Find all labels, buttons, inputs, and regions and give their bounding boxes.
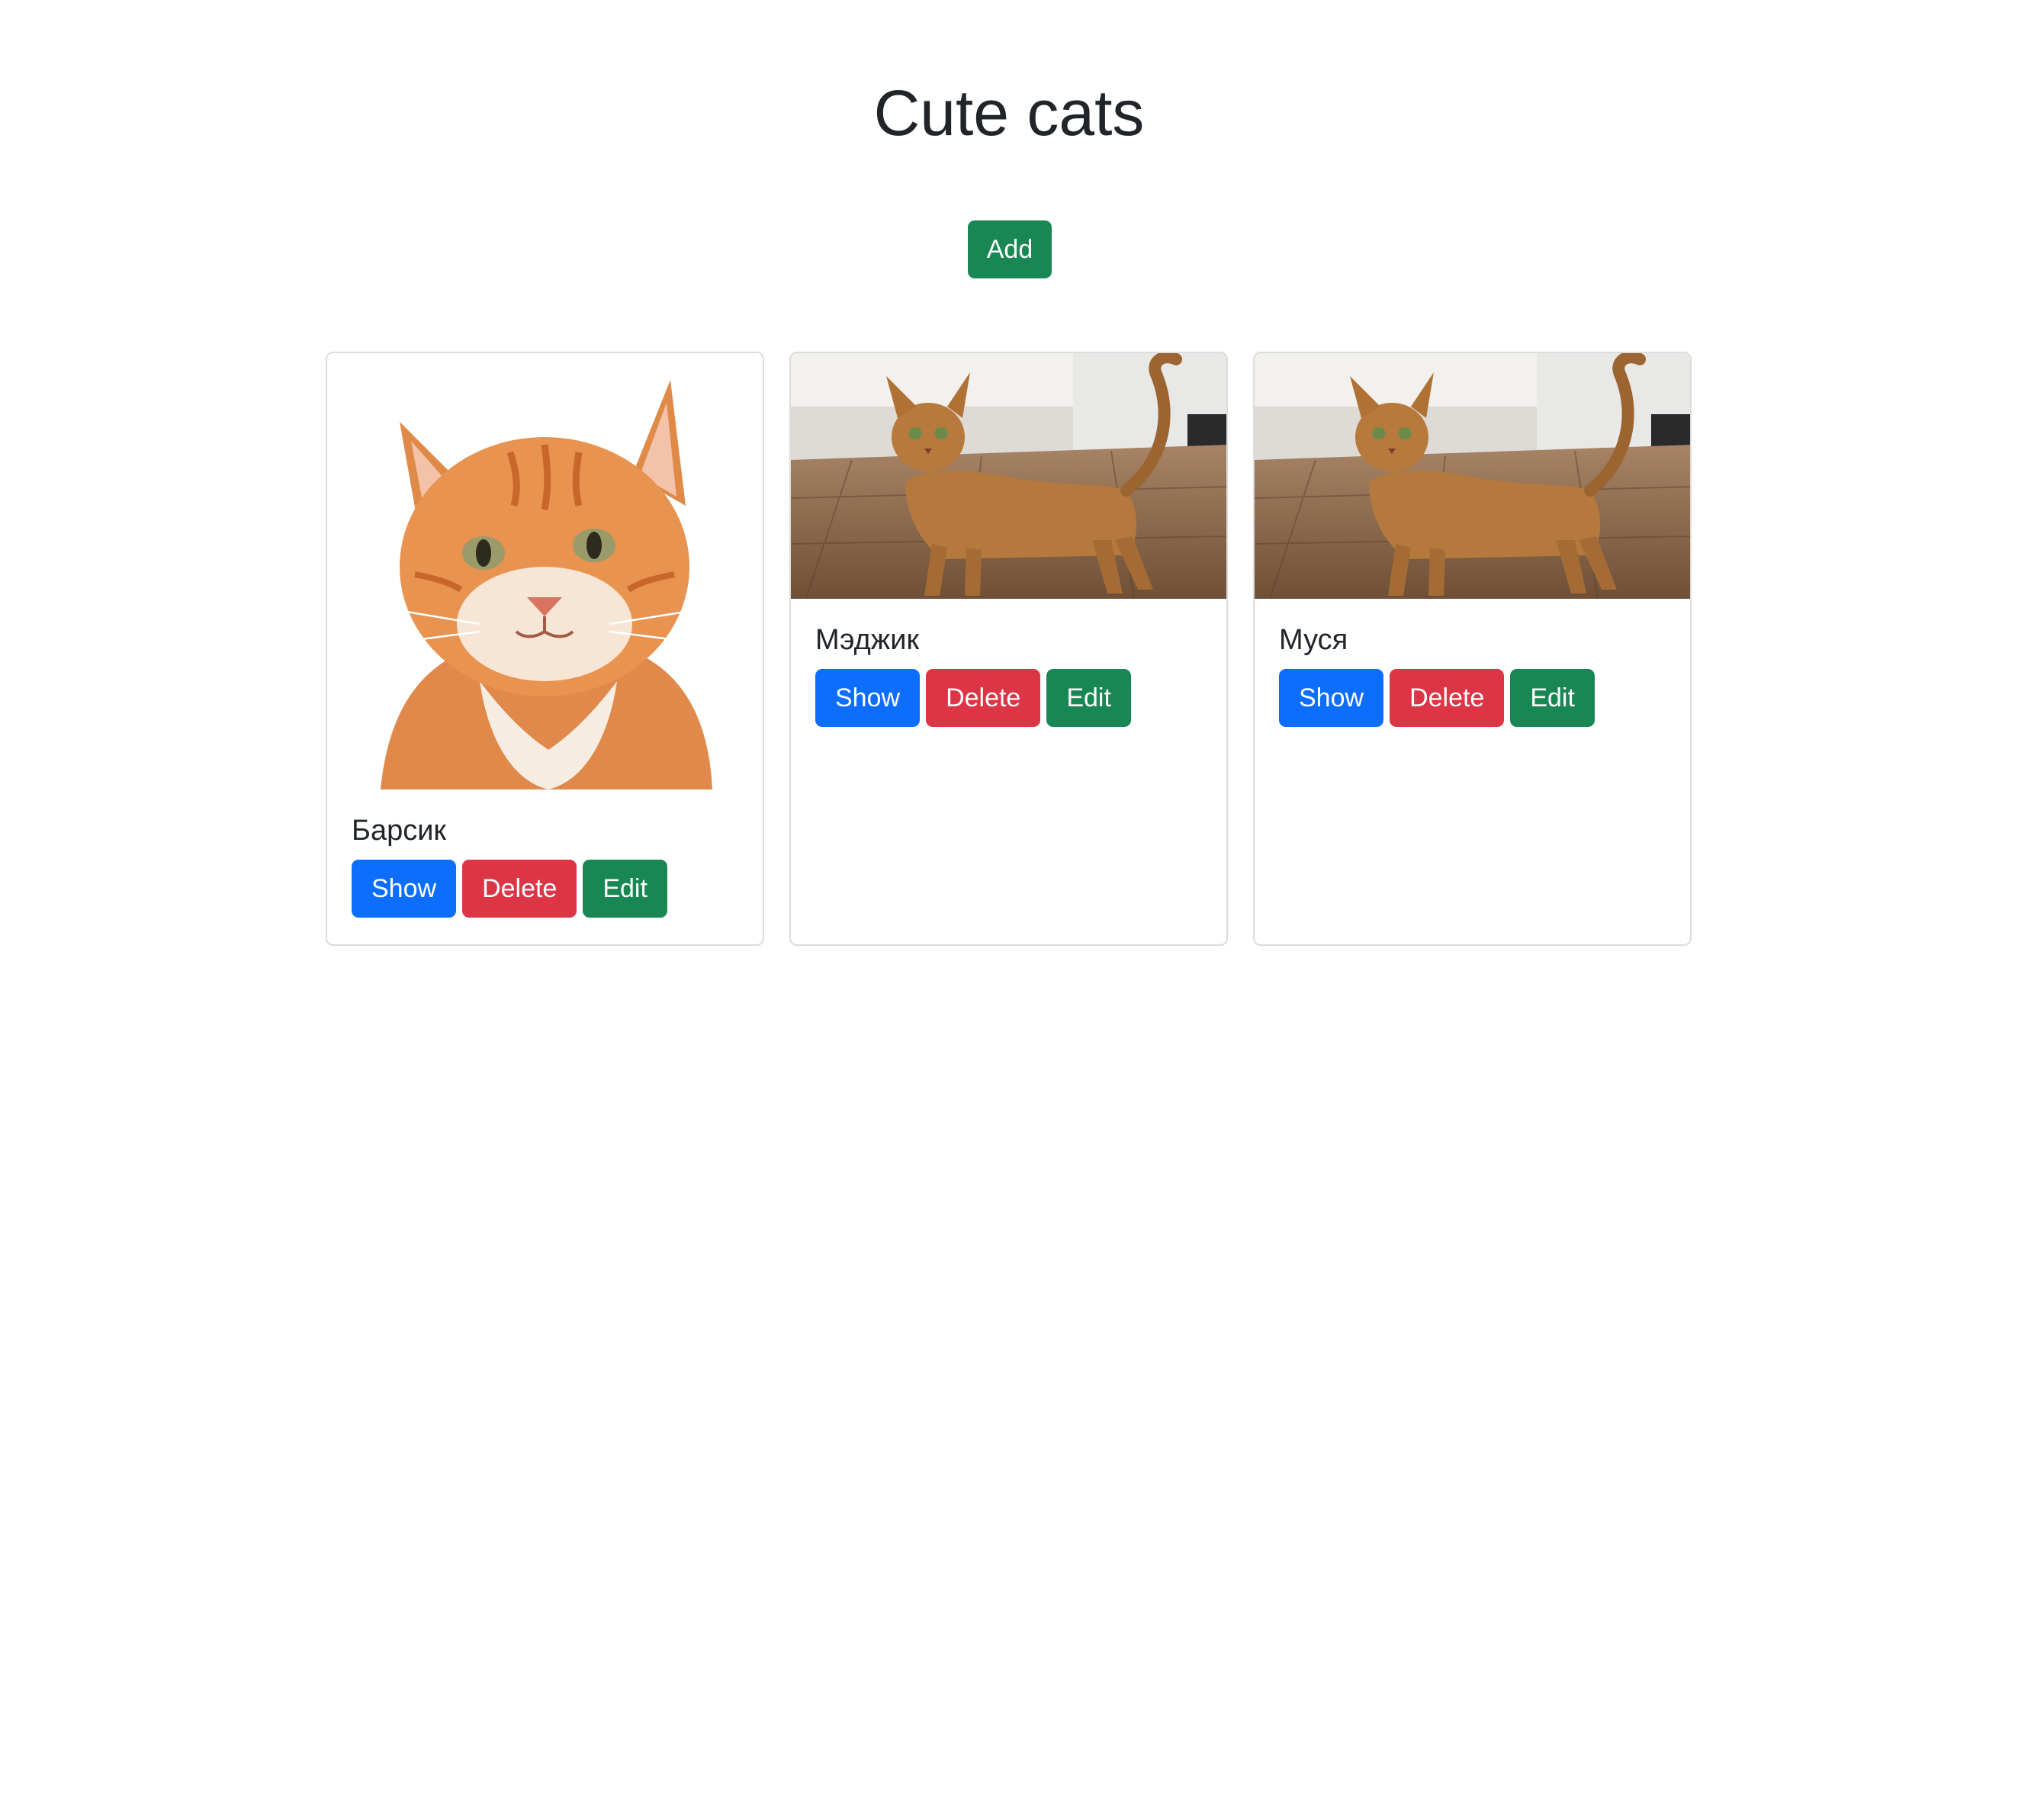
- add-button[interactable]: Add: [968, 220, 1052, 278]
- cat-name: Муся: [1279, 624, 1348, 656]
- cat-card-list: Барсик Show Delete Edit Мэджик Show Dele…: [326, 352, 1692, 946]
- card-actions: Show Delete Edit: [815, 669, 1202, 727]
- edit-button[interactable]: Edit: [1510, 669, 1595, 727]
- cat-image: [327, 353, 763, 789]
- abyssinian-cat-illustration: [791, 353, 1226, 599]
- page: Cute cats Add Барсик Show Delete Edit Мэ…: [0, 0, 2018, 1820]
- page-title: Cute cats: [873, 77, 1145, 149]
- cat-image: [791, 353, 1226, 599]
- delete-button[interactable]: Delete: [926, 669, 1041, 727]
- show-button[interactable]: Show: [352, 860, 457, 918]
- cat-card: Мэджик Show Delete Edit: [789, 352, 1228, 946]
- card-actions: Show Delete Edit: [352, 860, 738, 918]
- cat-card: Барсик Show Delete Edit: [326, 352, 764, 946]
- card-body: Барсик Show Delete Edit: [327, 789, 763, 918]
- edit-button[interactable]: Edit: [583, 860, 667, 918]
- delete-button[interactable]: Delete: [462, 860, 577, 918]
- card-actions: Show Delete Edit: [1279, 669, 1666, 727]
- cat-name: Мэджик: [815, 624, 920, 656]
- card-body: Муся Show Delete Edit: [1255, 599, 1690, 727]
- card-body: Мэджик Show Delete Edit: [791, 599, 1226, 727]
- show-button[interactable]: Show: [1279, 669, 1384, 727]
- show-button[interactable]: Show: [815, 669, 921, 727]
- cat-name: Барсик: [352, 815, 447, 847]
- cat-image: [1255, 353, 1690, 599]
- delete-button[interactable]: Delete: [1390, 669, 1505, 727]
- abyssinian-cat-illustration: [1255, 353, 1690, 599]
- orange-cat-illustration: [327, 353, 763, 789]
- edit-button[interactable]: Edit: [1046, 669, 1131, 727]
- cat-card: Муся Show Delete Edit: [1253, 352, 1692, 946]
